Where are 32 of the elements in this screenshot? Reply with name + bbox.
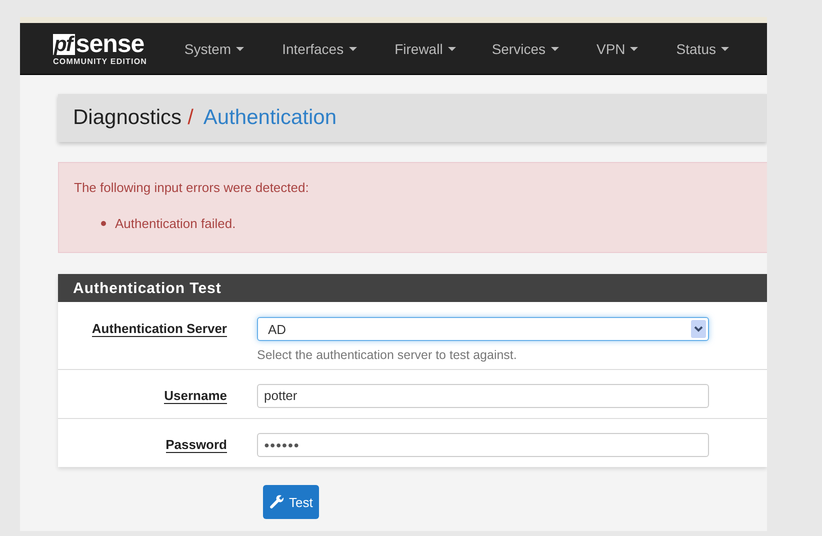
alert-message: The following input errors were detected: (74, 180, 310, 195)
page-title: Authentication (203, 106, 337, 130)
logo-mark: pf (53, 34, 75, 55)
nav-menu[interactable]: Status (676, 40, 729, 56)
server-dropdown[interactable]: AD (257, 317, 709, 341)
caret-icon (348, 46, 357, 50)
help-text: Select the authentication server to test against. (257, 348, 518, 362)
field-label: Username (164, 388, 227, 404)
nav-menu[interactable]: VPN (596, 40, 638, 56)
caret-icon (721, 46, 729, 50)
nav-menu[interactable]: System (184, 40, 244, 56)
logo-word: sense (76, 33, 144, 55)
logo-subtitle: COMMUNITY EDITION (53, 57, 148, 66)
field-label: Password (166, 437, 227, 453)
username-field[interactable]: potter (257, 384, 709, 408)
wrench-icon (269, 494, 285, 510)
bullet-icon (101, 221, 106, 226)
breadcrumb-link[interactable]: Diagnostics (73, 106, 182, 130)
caret-icon (550, 46, 558, 50)
caret-icon (630, 46, 638, 50)
nav-menu[interactable]: Services (492, 40, 558, 56)
caret-icon (448, 46, 456, 50)
password-field[interactable]: ●●●●●● (257, 433, 709, 457)
nav-menu[interactable]: Firewall (394, 40, 456, 56)
panel-title: Authentication Test (58, 274, 767, 302)
error-text: Authentication failed. (115, 216, 236, 231)
test-button[interactable]: Test (263, 485, 319, 519)
chevron-down-icon (691, 320, 706, 338)
caret-icon (236, 46, 244, 50)
breadcrumb-separator: / (188, 106, 194, 130)
field-label: Authentication Server (92, 321, 227, 337)
nav-menu[interactable]: Interfaces (282, 40, 357, 56)
